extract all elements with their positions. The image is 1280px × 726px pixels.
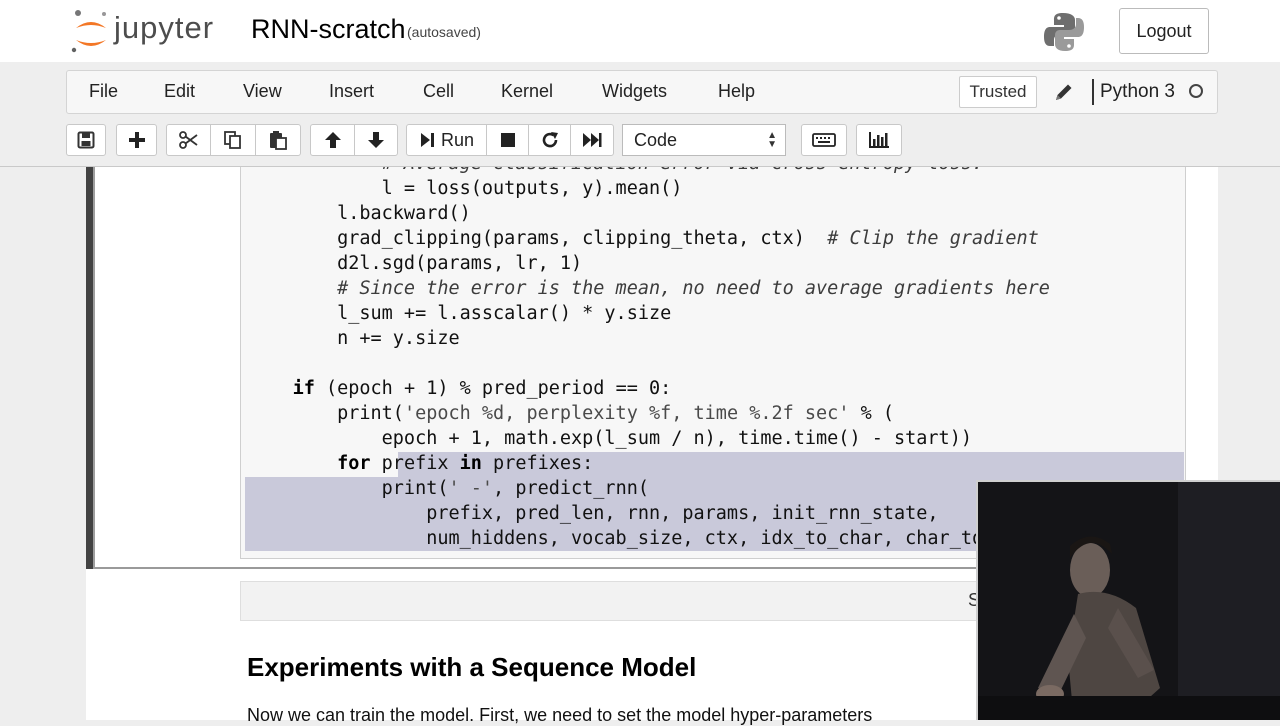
menu-file[interactable]: File	[89, 81, 118, 102]
code-line: grad_clipping(params, clipping_theta, ct…	[248, 228, 1039, 249]
cell-selection-bar	[86, 167, 93, 569]
code-line: for prefix in prefixes:	[337, 453, 594, 474]
menubar: File Edit View Insert Cell Kernel Widget…	[66, 70, 1218, 114]
arrow-up-icon	[324, 132, 341, 148]
run-icon	[420, 133, 434, 147]
menu-edit[interactable]: Edit	[164, 81, 195, 102]
stop-icon	[500, 133, 515, 147]
insert-cell-button[interactable]	[116, 124, 157, 156]
menu-view[interactable]: View	[243, 81, 282, 102]
autosave-status: (autosaved)	[407, 24, 481, 40]
copy-button[interactable]	[210, 124, 256, 156]
kernel-divider	[1092, 79, 1094, 105]
arrow-down-icon	[368, 132, 384, 148]
notebook-header: jupyter RNN-scratch (autosaved) Logout	[0, 0, 1280, 62]
markdown-cell-prompt[interactable]	[240, 581, 1000, 621]
run-label: Run	[440, 129, 475, 150]
code-line: num_hiddens, vocab_size, ctx, idx_to_cha…	[248, 528, 1050, 549]
menu-cell[interactable]: Cell	[423, 81, 454, 102]
code-line: l = loss(outputs, y).mean()	[248, 178, 683, 199]
code-line: l_sum += l.asscalar() * y.size	[248, 303, 672, 324]
kernel-name[interactable]: Python 3	[1100, 81, 1175, 103]
pencil-icon[interactable]	[1053, 81, 1075, 103]
code-line: print(' -', predict_rnn(	[248, 478, 649, 499]
move-down-button[interactable]	[354, 124, 398, 156]
cut-button[interactable]	[166, 124, 211, 156]
restart-button[interactable]	[528, 124, 571, 156]
restart-run-all-button[interactable]	[570, 124, 614, 156]
copy-icon	[224, 131, 241, 149]
menu-kernel[interactable]: Kernel	[501, 81, 553, 102]
kernel-idle-icon	[1189, 84, 1203, 98]
cell-type-value: Code	[634, 130, 678, 150]
code-line: n += y.size	[248, 328, 460, 349]
cut-icon	[178, 131, 198, 149]
command-palette-button[interactable]	[801, 124, 847, 156]
move-up-button[interactable]	[310, 124, 355, 156]
paste-icon	[270, 131, 287, 150]
webcam-overlay	[976, 480, 1280, 720]
code-line: prefix, pred_len, rnn, params, init_rnn_…	[248, 503, 939, 524]
plus-icon	[128, 132, 145, 148]
restart-icon	[542, 132, 558, 148]
presenter-video-image	[978, 482, 1280, 720]
menu-widgets[interactable]: Widgets	[602, 81, 667, 102]
python-logo-icon	[1044, 13, 1084, 51]
code-line: d2l.sgd(params, lr, 1)	[248, 253, 583, 274]
jupyter-wordmark: jupyter	[114, 10, 215, 45]
chart-icon	[869, 132, 889, 148]
save-button[interactable]	[66, 124, 106, 156]
code-line: if (epoch + 1) % pred_period == 0:	[292, 378, 672, 399]
paste-button[interactable]	[255, 124, 301, 156]
fast-forward-icon	[583, 133, 602, 147]
trusted-indicator[interactable]: Trusted	[959, 76, 1037, 108]
markdown-heading: Experiments with a Sequence Model	[247, 652, 697, 682]
celltoolbar-button[interactable]	[856, 124, 902, 156]
run-button[interactable]: Run	[406, 124, 487, 156]
logout-button[interactable]: Logout	[1119, 8, 1209, 54]
code-line: print('epoch %d, perplexity %f, time %.2…	[248, 403, 895, 424]
keyboard-icon	[812, 133, 836, 147]
code-line: l.backward()	[248, 203, 471, 224]
code-line: epoch + 1, math.exp(l_sum / n), time.tim…	[248, 428, 972, 449]
menu-insert[interactable]: Insert	[329, 81, 374, 102]
markdown-paragraph: Now we can train the model. First, we ne…	[247, 705, 873, 725]
cell-type-select[interactable]: Code ▲ ▼	[622, 124, 786, 156]
code-line: # Since the error is the mean, no need t…	[337, 278, 1050, 299]
save-icon	[77, 131, 95, 149]
cell-edge	[93, 167, 95, 569]
notebook-title[interactable]: RNN-scratch	[251, 14, 406, 45]
interrupt-button[interactable]	[486, 124, 529, 156]
menu-help[interactable]: Help	[718, 81, 755, 102]
select-arrows-icon: ▲ ▼	[767, 130, 777, 150]
